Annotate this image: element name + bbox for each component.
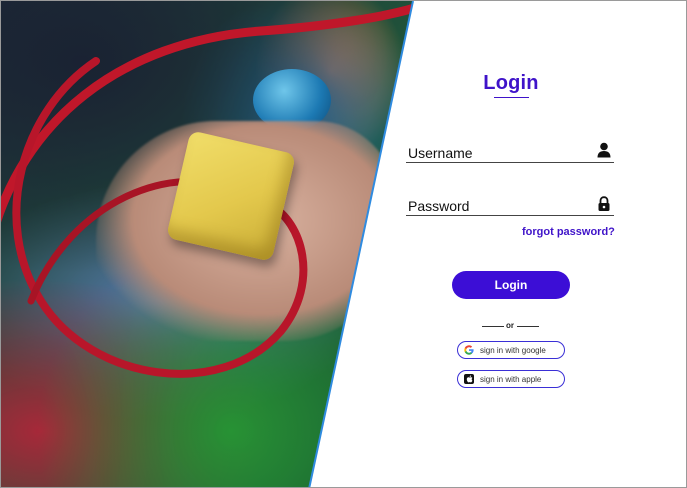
- lock-icon: [598, 196, 610, 211]
- apple-icon: [464, 374, 474, 384]
- google-sign-in-button[interactable]: sign in with google: [457, 341, 565, 359]
- title-underline: [494, 97, 529, 98]
- page-title: Login: [483, 72, 539, 94]
- google-button-label: sign in with google: [480, 345, 546, 355]
- divider-line-right: [517, 326, 539, 327]
- google-icon: [464, 345, 474, 355]
- divider-line-left: [482, 326, 504, 327]
- apple-button-label: sign in with apple: [480, 374, 542, 384]
- username-input[interactable]: [406, 142, 614, 163]
- user-icon: [597, 142, 611, 158]
- apple-sign-in-button[interactable]: sign in with apple: [457, 370, 565, 388]
- login-button[interactable]: Login: [452, 271, 570, 299]
- forgot-password-link[interactable]: forgot password?: [522, 226, 615, 238]
- password-input[interactable]: [406, 195, 614, 216]
- divider-edge: [308, 1, 414, 487]
- login-page: Login Username Password forgot password?…: [0, 0, 687, 488]
- divider-text: or: [506, 321, 514, 330]
